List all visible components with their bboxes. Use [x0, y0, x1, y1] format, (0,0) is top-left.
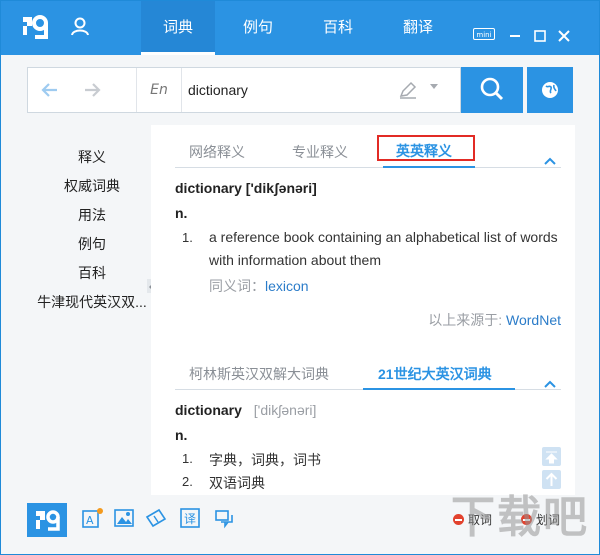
headword-2-text: dictionary: [175, 402, 242, 418]
synonym-link[interactable]: lexicon: [265, 278, 309, 294]
headword-text: dictionary: [175, 180, 242, 196]
sense-number-2: 2.: [182, 474, 193, 489]
mini-mode-button[interactable]: mini: [473, 28, 495, 40]
scroll-top-icon: [545, 451, 558, 464]
search-input[interactable]: [188, 76, 388, 104]
sidebar-nav: 释义 权威词典 用法 例句 百科 牛津现代英汉双...: [27, 133, 151, 493]
tab-examples[interactable]: 例句: [221, 1, 295, 55]
collapse-section1-icon[interactable]: [544, 150, 556, 165]
chevron-down-icon[interactable]: [430, 84, 438, 89]
headword: dictionary ['dikʃənəri]: [175, 180, 317, 196]
watermark: 下载吧: [451, 493, 589, 542]
sense-text-1: 字典，词典，词书: [209, 452, 321, 468]
tab-professional-definitions[interactable]: 专业释义: [292, 142, 348, 162]
sidebar-item-authoritative-dictionary[interactable]: 权威词典: [27, 176, 157, 196]
search-icon: [480, 77, 504, 101]
minimize-icon[interactable]: [509, 23, 521, 42]
svg-text:A: A: [86, 514, 94, 527]
sidebar-item-encyclopedia[interactable]: 百科: [27, 263, 157, 283]
part-of-speech: n.: [175, 205, 188, 221]
sense-number-1: 1.: [182, 451, 193, 466]
ticket-icon[interactable]: [145, 507, 167, 529]
synonym-label: 同义词：: [209, 278, 265, 294]
handwriting-icon[interactable]: [398, 80, 418, 100]
sidebar-item-definitions[interactable]: 释义: [27, 147, 157, 167]
search-box: En: [27, 67, 461, 113]
search-button[interactable]: [461, 67, 523, 113]
web-search-button[interactable]: [527, 67, 573, 113]
app-home-button[interactable]: [27, 503, 67, 537]
user-icon[interactable]: [69, 15, 91, 37]
headword-2: dictionary ['dikʃənəri]: [175, 402, 316, 418]
synonym-row: 同义词：lexicon: [209, 276, 309, 296]
sidebar-item-oxford[interactable]: 牛津现代英汉双...: [27, 292, 157, 312]
tab-web-definitions[interactable]: 网络释义: [189, 142, 245, 162]
language-selector[interactable]: En: [136, 68, 182, 112]
back-arrow-icon[interactable]: [40, 80, 60, 100]
source-row: 以上来源于: WordNet: [428, 310, 561, 330]
top-nav-bar: 词典 例句 百科 翻译 mini: [1, 1, 599, 55]
definition-panel: 网络释义 专业释义 英英释义 dictionary ['dikʃənəri] n…: [151, 125, 575, 495]
phonetic-2: ['dikʃənəri]: [253, 402, 317, 418]
wordbook-icon[interactable]: A: [81, 507, 103, 529]
chat-icon[interactable]: [213, 507, 235, 529]
tab-dictionary[interactable]: 词典: [141, 1, 215, 55]
maximize-icon[interactable]: [534, 27, 546, 46]
sidebar-item-usage[interactable]: 用法: [27, 205, 157, 225]
forward-arrow-icon[interactable]: [82, 80, 102, 100]
svg-text:译: 译: [184, 512, 196, 526]
sense-text-2: 双语词典: [209, 475, 265, 491]
app-logo-icon[interactable]: [19, 11, 49, 41]
tab-english-english[interactable]: 英英释义: [396, 141, 452, 161]
dictionary-app-window: 词典 例句 百科 翻译 mini En dictionary 释义 权威词典 用…: [0, 0, 600, 555]
source-label: 以上来源于:: [428, 312, 507, 328]
tab-collins-dictionary[interactable]: 柯林斯英汉双解大词典: [189, 364, 329, 384]
source-link[interactable]: WordNet: [506, 312, 561, 328]
definition-line2: with information about them: [209, 252, 381, 268]
tab-encyclopedia[interactable]: 百科: [301, 1, 375, 55]
section1-tab-divider: [175, 167, 561, 168]
collapse-section2-icon[interactable]: [544, 373, 556, 388]
tab-translate[interactable]: 翻译: [381, 1, 455, 55]
definition-line1: a reference book containing an alphabeti…: [209, 229, 558, 245]
section2-active-underline: [363, 388, 515, 390]
image-translate-icon[interactable]: [113, 507, 135, 529]
phonetic: ['dikʃənəri]: [245, 180, 317, 196]
close-icon[interactable]: [558, 27, 570, 46]
part-of-speech-2: n.: [175, 427, 188, 443]
translate-icon[interactable]: 译: [179, 507, 201, 529]
search-row: En: [27, 67, 573, 113]
definition-number: 1.: [182, 230, 193, 245]
scroll-top-button[interactable]: [542, 447, 561, 466]
app-logo-icon: [36, 510, 60, 531]
section1-active-underline: [383, 166, 475, 168]
tab-21st-century-dictionary[interactable]: 21世纪大英汉词典: [378, 364, 492, 384]
globe-icon: [542, 82, 558, 98]
sidebar-item-examples[interactable]: 例句: [27, 234, 157, 254]
